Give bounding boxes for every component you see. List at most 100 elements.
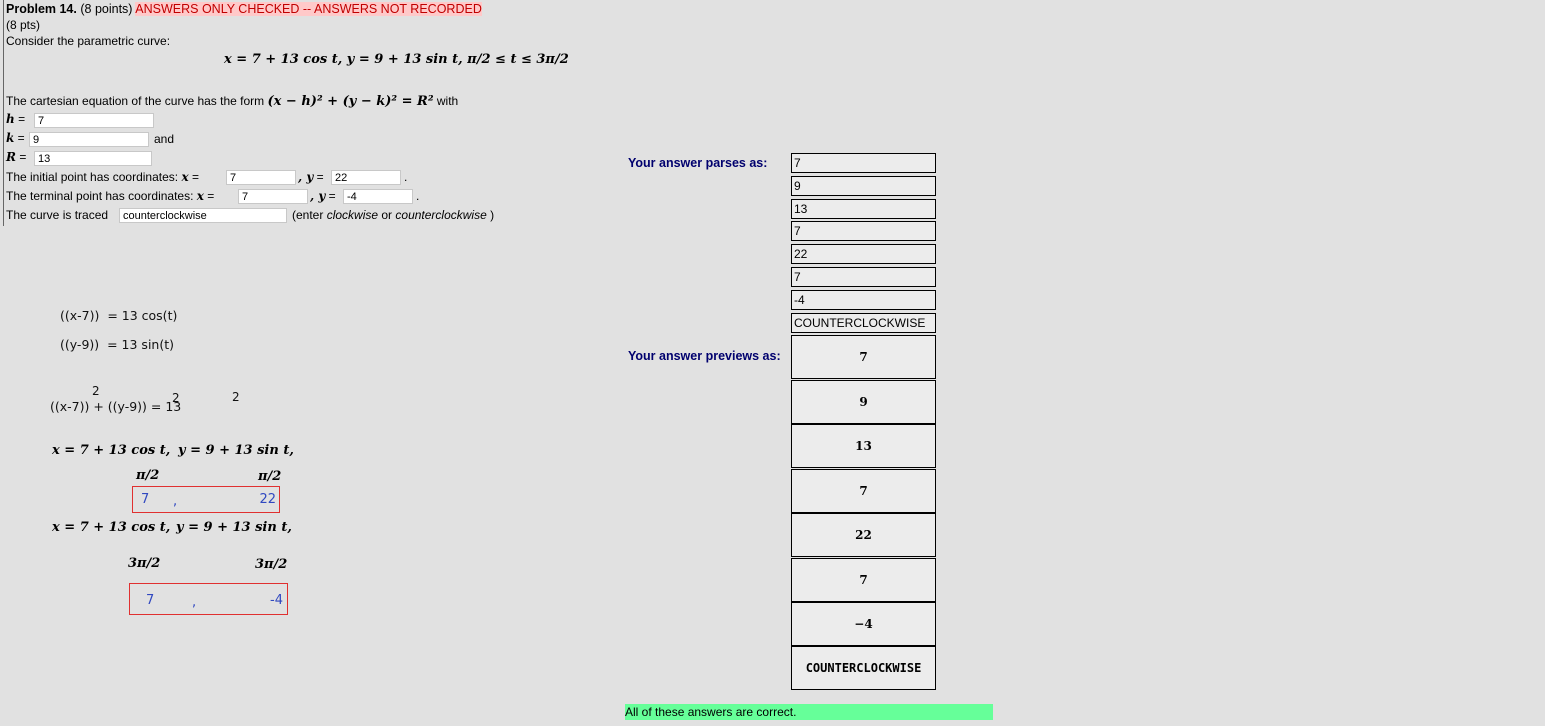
intro-text: Consider the parametric curve: [6,34,171,48]
pts-text: (8 pts) [6,18,41,32]
work-t-end-y: 3π/2 [255,557,288,572]
terminal-y-label-row: , y = [310,189,336,203]
h-input[interactable]: 7 [34,113,154,128]
problem-points: (8 points) [80,2,133,16]
initial-point-box: 7 , 22 [132,486,280,513]
direction-input[interactable]: counterclockwise [119,208,287,223]
parsed-answer-5: 22 [791,244,936,264]
preview-value-5: 22 [855,528,872,542]
terminal-x-eq: = [207,189,215,203]
work-t-end-x: 3π/2 [128,556,161,571]
parsed-answer-6: 7 [791,267,936,287]
box1-comma: , [173,494,178,509]
initial-row: The initial point has coordinates: x = [6,170,199,184]
with-text: with [436,94,459,108]
left-border [3,0,4,226]
traced-text: The curve is traced [6,208,109,222]
preview-answer-3: 13 [791,424,936,468]
terminal-text: The terminal point has coordinates: [6,189,194,203]
work-curve-y-2: y = 9 + 13 sin t, [176,520,292,535]
preview-value-2: 9 [859,395,868,409]
initial-y-eq: = [316,170,324,184]
box2-y: -4 [270,593,283,608]
R-label-row: R = [6,150,26,164]
preview-answer-1: 7 [791,335,936,379]
hint-post: ) [486,208,495,222]
parsed-answer-3: 13 [791,199,936,219]
work-squared-equation: ((x-7)) + ((y-9)) = 13 [50,399,182,414]
hint-pre: (enter [292,208,327,222]
R-eq: = [19,150,27,164]
k-label: k [6,131,15,145]
terminal-y-label: , y [310,189,326,203]
terminal-dot: . [416,189,420,203]
preview-answer-2: 9 [791,380,936,424]
work-line-2: ((y-9)) = 13 sin(t) [60,337,174,352]
work-curve-x-2: x = 7 + 13 cos t, [52,520,171,535]
parsed-answer-4: 7 [791,221,936,241]
warning-badge: ANSWERS ONLY CHECKED -- ANSWERS NOT RECO… [135,2,482,16]
initial-y-label-row: , y = [298,170,324,184]
sup-3: 2 [232,390,240,404]
preview-value-4: 7 [859,484,868,498]
preview-answer-7: −4 [791,602,936,646]
cartesian-formula: (x − h)² + (y − k)² = R² [267,94,434,109]
cartesian-text: The cartesian equation of the curve has … [6,94,265,108]
work-line-1-rhs: = 13 cos(t) [107,308,178,323]
preview-answer-4: 7 [791,469,936,513]
preview-value-7: −4 [854,617,873,631]
parsed-answer-8: COUNTERCLOCKWISE [791,313,936,333]
curve-equation: x = 7 + 13 cos t, y = 9 + 13 sin t, π/2 … [224,52,569,67]
terminal-point-box: 7 , -4 [129,583,288,615]
preview-value-3: 13 [855,439,872,453]
R-label: R [6,150,16,164]
initial-x-label: x [181,170,189,184]
h-label-row: h = [6,112,25,126]
work-line-1-lhs: ((x-7)) [60,308,100,323]
parsed-answer-7: -4 [791,290,936,310]
work-line-1: ((x-7)) = 13 cos(t) [60,308,177,323]
sup-1: 2 [92,384,100,398]
problem-header: Problem 14. (8 points) ANSWERS ONLY CHEC… [6,2,482,16]
cartesian-question: The cartesian equation of the curve has … [6,94,458,109]
work-t-start-x: π/2 [136,468,160,483]
terminal-x-input[interactable]: 7 [238,189,308,204]
preview-answer-6: 7 [791,558,936,602]
initial-x-eq: = [191,170,199,184]
result-message: All of these answers are correct. [625,704,993,720]
box1-x: 7 [141,492,150,507]
work-t-start-y: π/2 [258,469,282,484]
terminal-y-input[interactable]: -4 [343,189,413,204]
terminal-row: The terminal point has coordinates: x = [6,189,214,203]
and-text: and [154,132,175,146]
parsed-answer-2: 9 [791,176,936,196]
k-label-row: k = [6,131,25,145]
preview-answer-8: COUNTERCLOCKWISE [791,646,936,690]
hint-or: or [378,208,396,222]
sup-2: 2 [172,391,180,405]
work-line-2-lhs: ((y-9)) [60,337,100,352]
initial-x-input[interactable]: 7 [226,170,296,185]
initial-text: The initial point has coordinates: [6,170,179,184]
k-eq: = [17,131,25,145]
initial-y-label: , y [298,170,314,184]
work-curve-x-1: x = 7 + 13 cos t, [52,443,171,458]
parsed-answer-1: 7 [791,153,936,173]
k-input[interactable]: 9 [29,132,149,147]
hint-cw: clockwise [326,208,379,222]
preview-value-6: 7 [859,573,868,587]
h-label: h [6,112,15,126]
parses-label: Your answer parses as: [628,156,768,170]
box1-y: 22 [259,492,276,507]
traced-hint: (enter clockwise or counterclockwise ) [292,208,494,222]
R-input[interactable]: 13 [34,151,152,166]
preview-answer-5: 22 [791,513,936,557]
hint-ccw: counterclockwise [395,208,487,222]
initial-dot: . [404,170,408,184]
initial-y-input[interactable]: 22 [331,170,401,185]
problem-title: Problem 14. [6,2,77,16]
h-eq: = [18,112,26,126]
box2-x: 7 [146,593,155,608]
box2-comma: , [192,595,197,610]
work-curve-y-1: y = 9 + 13 sin t, [178,443,294,458]
